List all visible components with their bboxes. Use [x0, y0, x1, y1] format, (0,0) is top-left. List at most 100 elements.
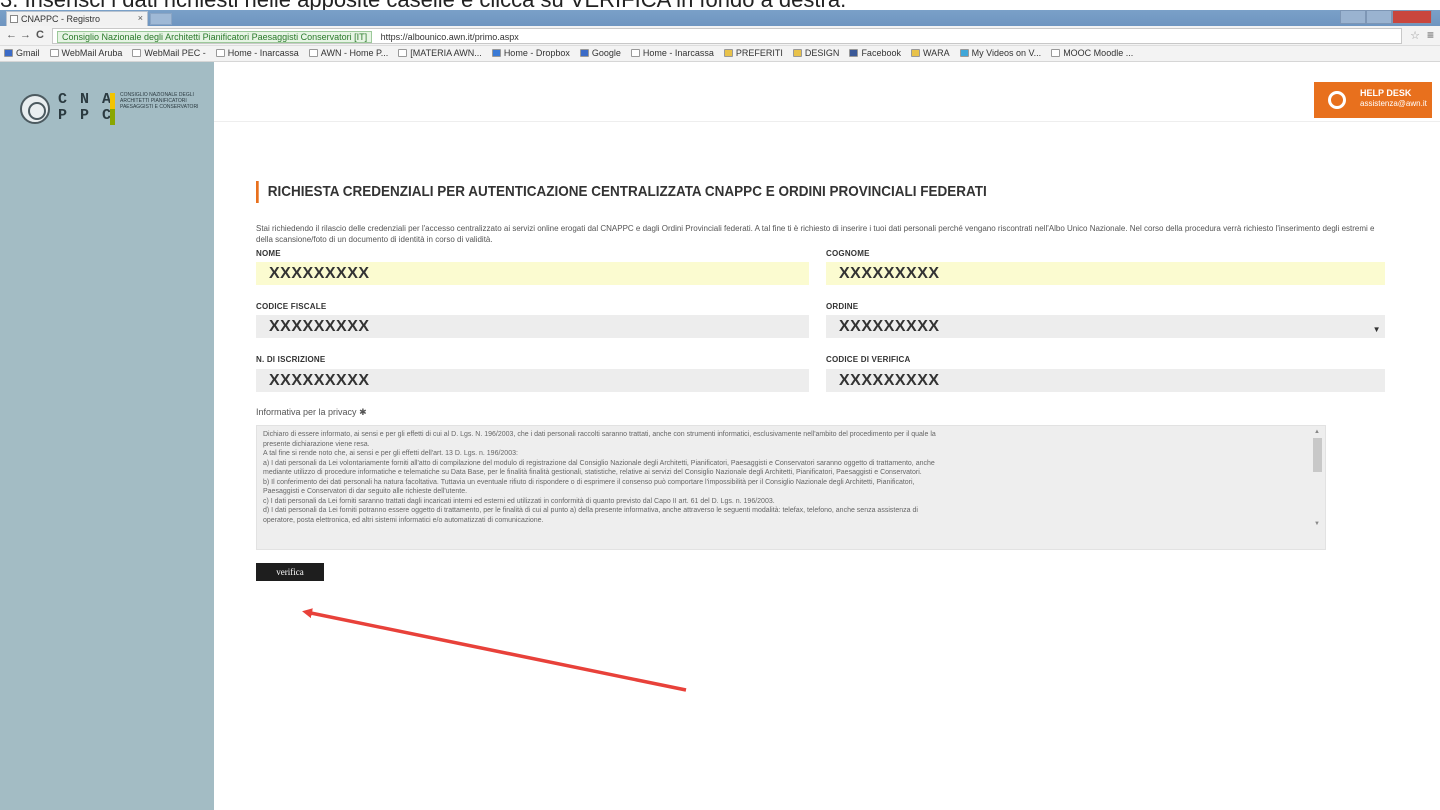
bookmark-label: PREFERITI: [735, 48, 783, 58]
privacy-text-line: mediante utilizzo di procedure informati…: [263, 469, 922, 476]
bookmark-label: MOOC Moodle ...: [1063, 48, 1134, 58]
cognome-label: COGNOME: [826, 249, 870, 258]
bookmark-label: Home - Inarcassa: [642, 48, 714, 58]
iscrizione-field[interactable]: XXXXXXXXX: [256, 369, 809, 392]
cognome-field[interactable]: XXXXXXXXX: [826, 262, 1385, 285]
codice-verifica-label: CODICE DI VERIFICA: [826, 355, 911, 364]
bookmark-item[interactable]: Home - Dropbox: [491, 48, 570, 58]
logo-text: CONSIGLIO NAZIONALE DEGLI ARCHITETTI PIA…: [120, 92, 199, 110]
privacy-text-line: c) I dati personali da Lei forniti saran…: [263, 497, 775, 505]
browser-tabbar: CNAPPC - Registro ×: [0, 10, 1440, 26]
privacy-text-line: a) I dati personali da Lei volontariamen…: [263, 459, 935, 467]
bookmark-item[interactable]: Home - Inarcassa: [215, 48, 299, 58]
help-desk-title: HELP DESK: [1360, 88, 1412, 98]
reload-icon[interactable]: C: [36, 29, 44, 41]
minimize-button[interactable]: [1340, 10, 1366, 24]
bookmark-label: AWN - Home P...: [320, 48, 389, 58]
help-desk-button[interactable]: HELP DESK assistenza@awn.it: [1314, 82, 1432, 118]
bookmark-item[interactable]: My Videos on V...: [959, 48, 1042, 58]
privacy-text-line: presente dichiarazione viene resa.: [263, 440, 370, 448]
bookmark-label: Google: [591, 48, 621, 58]
bookmark-label: My Videos on V...: [971, 48, 1042, 58]
bookmark-folder-icon: [215, 49, 225, 57]
url-text: https://albounico.awn.it/primo.aspx: [380, 32, 519, 42]
bookmark-folder-icon: [910, 49, 920, 57]
bookmark-item[interactable]: PREFERITI: [723, 48, 783, 58]
bookmark-item[interactable]: WARA: [910, 48, 950, 58]
bookmark-label: Home - Inarcassa: [227, 48, 299, 58]
ssl-identity-badge[interactable]: Consiglio Nazionale degli Architetti Pia…: [57, 31, 373, 43]
bookmark-item[interactable]: WebMail Aruba: [49, 48, 123, 58]
dropdown-caret-icon: ▼: [1372, 325, 1381, 334]
privacy-label: Informativa per la privacy ✱: [256, 407, 367, 417]
scrollbar-thumb[interactable]: [1313, 438, 1322, 472]
privacy-text-line: A tal fine si rende noto che, ai sensi e…: [263, 450, 518, 457]
ordine-selected-value: XXXXXXXXX: [839, 318, 940, 335]
logo-color-bar: [110, 93, 115, 125]
privacy-textarea[interactable]: Dichiaro di essere informato, ai sensi e…: [256, 425, 1326, 550]
bookmarks-bar: Gmail WebMail Aruba WebMail PEC - Home - In…: [0, 46, 1440, 62]
logo-letters: C N A P P C: [58, 91, 114, 124]
window-controls: [1340, 10, 1432, 24]
iscrizione-label: N. DI ISCRIZIONE: [256, 355, 326, 364]
bookmark-folder-icon: [491, 49, 501, 57]
bookmark-label: Home - Dropbox: [503, 48, 570, 58]
bookmark-folder-icon: [630, 49, 640, 57]
bookmark-item[interactable]: AWN - Home P...: [308, 48, 389, 58]
bookmark-star-icon[interactable]: ☆: [1410, 29, 1420, 42]
codice-fiscale-field[interactable]: XXXXXXXXX: [256, 315, 809, 338]
bookmark-folder-icon: [723, 49, 733, 57]
bookmark-folder-icon: [849, 49, 859, 57]
maximize-button[interactable]: [1366, 10, 1392, 24]
tab-close-icon[interactable]: ×: [138, 13, 143, 23]
browser-toolbar: ← → C Consiglio Nazionale degli Architet…: [0, 26, 1440, 46]
codice-verifica-field[interactable]: XXXXXXXXX: [826, 369, 1385, 392]
nome-label: NOME: [256, 249, 281, 258]
ordine-select[interactable]: XXXXXXXXX ▼: [826, 315, 1385, 338]
sidebar: C N A P P C CONSIGLIO NAZIONALE DEGLI AR…: [0, 62, 214, 810]
privacy-text-line: Dichiaro di essere informato, ai sensi e…: [263, 431, 936, 438]
cnappc-logo[interactable]: C N A P P C CONSIGLIO NAZIONALE DEGLI AR…: [20, 92, 210, 128]
bookmark-folder-icon: [959, 49, 969, 57]
ordine-label: ORDINE: [826, 302, 859, 311]
bookmark-item[interactable]: MOOC Moodle ...: [1051, 48, 1133, 58]
scroll-down-icon[interactable]: ▼: [1314, 520, 1320, 530]
bookmark-item[interactable]: Google: [579, 48, 621, 58]
back-arrow-icon[interactable]: ←: [6, 29, 17, 41]
page-title: RICHIESTA CREDENZIALI PER AUTENTICAZIONE…: [256, 181, 987, 203]
nome-field[interactable]: XXXXXXXXX: [256, 262, 809, 285]
forward-arrow-icon[interactable]: →: [20, 29, 31, 41]
new-tab-button[interactable]: [150, 13, 172, 25]
bookmark-item[interactable]: Facebook: [849, 48, 901, 58]
emblem-icon: [20, 94, 50, 124]
bookmark-item[interactable]: Home - Inarcassa: [630, 48, 714, 58]
bookmark-item[interactable]: DESIGN: [792, 48, 839, 58]
privacy-text-line: b) Il conferimento dei dati personali ha…: [263, 478, 915, 486]
bookmark-label: WebMail PEC -: [144, 48, 206, 58]
bookmark-folder-icon: [132, 49, 142, 57]
bookmark-folder-icon: [308, 49, 318, 57]
bookmark-folder-icon: [49, 49, 59, 57]
page-favicon-icon: [10, 15, 18, 23]
verifica-button[interactable]: verifica: [256, 563, 324, 581]
intro-text: Stai richiedendo il rilascio delle crede…: [256, 224, 1375, 244]
bookmark-item[interactable]: [MATERIA AWN...: [398, 48, 482, 58]
scroll-up-icon[interactable]: ▲: [1314, 428, 1320, 438]
privacy-text-line: d) I dati personali da Lei forniti potra…: [263, 507, 918, 514]
window-close-button[interactable]: [1392, 10, 1432, 24]
tab-title: CNAPPC - Registro: [21, 14, 101, 24]
help-desk-email: assistenza@awn.it: [1360, 99, 1427, 108]
privacy-asterisk-icon: ✱: [359, 407, 367, 417]
top-header: HELP DESK assistenza@awn.it: [214, 62, 1440, 122]
bookmark-label: WARA: [922, 48, 950, 58]
privacy-text-line: Paesaggisti e Conservatori di dar seguit…: [263, 488, 468, 495]
bookmark-item[interactable]: Gmail: [4, 48, 40, 58]
bookmark-item[interactable]: WebMail PEC -: [132, 48, 206, 58]
bookmark-label: WebMail Aruba: [61, 48, 123, 58]
instruction-caption: 3. Inserisci i dati richiesti nelle appo…: [0, 0, 1440, 10]
codice-fiscale-label: CODICE FISCALE: [256, 302, 327, 311]
url-bar[interactable]: Consiglio Nazionale degli Architetti Pia…: [52, 28, 1402, 44]
bookmark-folder-icon: [4, 49, 13, 57]
browser-menu-icon[interactable]: ≡: [1427, 28, 1434, 42]
browser-tab[interactable]: CNAPPC - Registro ×: [6, 11, 148, 26]
